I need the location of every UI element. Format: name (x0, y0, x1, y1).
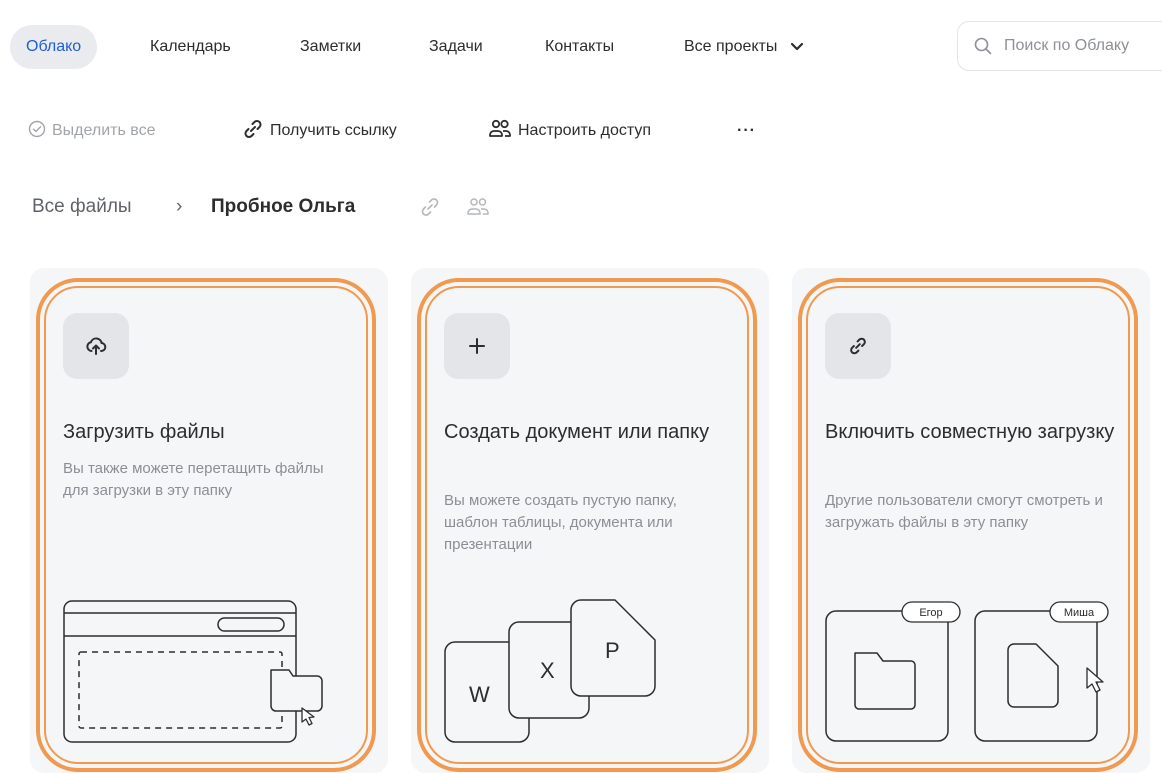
select-all-button[interactable]: Выделить все (28, 117, 155, 145)
search-placeholder: Поиск по Облаку (1004, 37, 1130, 54)
document-icon (1007, 643, 1059, 708)
tab-all-projects[interactable]: Все проекты (684, 25, 804, 69)
tab-tasks[interactable]: Задачи (429, 25, 483, 69)
folder-link-icon[interactable] (419, 196, 441, 218)
check-circle-icon (28, 120, 46, 137)
user-tag-misha: Миша (1064, 607, 1095, 619)
create-document-card[interactable]: Создать документ или папку Вы можете соз… (411, 268, 769, 773)
shared-upload-illustration: Егор Миша (825, 601, 1109, 742)
configure-access-label: Настроить доступ (518, 122, 652, 139)
get-link-label: Получить ссылку (270, 122, 397, 139)
users-icon (489, 119, 511, 137)
link-icon (244, 119, 262, 138)
select-all-label: Выделить все (52, 122, 156, 139)
word-letter: W (469, 682, 490, 707)
user-tag-egor: Егор (919, 607, 942, 619)
search-icon (974, 37, 992, 55)
upload-files-card[interactable]: Загрузить файлы Вы также можете перетащи… (30, 268, 388, 773)
excel-letter: X (540, 658, 555, 683)
shared-upload-card[interactable]: Включить совместную загрузку Другие поль… (792, 268, 1150, 773)
documents-illustration: W X P (444, 599, 656, 743)
breadcrumb-separator: › (176, 196, 183, 217)
breadcrumb-root[interactable]: Все файлы (32, 195, 132, 219)
top-navigation: Облако Календарь Заметки Задачи Контакты… (0, 0, 1162, 94)
cursor-icon (1086, 667, 1104, 693)
tab-notes[interactable]: Заметки (300, 25, 361, 69)
folder-icon (854, 652, 916, 710)
more-actions-button[interactable]: ··· (737, 117, 756, 145)
upload-illustration (63, 600, 323, 743)
powerpoint-letter: P (605, 638, 620, 663)
get-link-button[interactable]: Получить ссылку (242, 117, 397, 145)
chevron-down-icon (790, 42, 803, 50)
tab-cloud[interactable]: Облако (10, 25, 98, 69)
breadcrumb-current: Пробное Ольга (211, 196, 356, 217)
search-input[interactable]: Поиск по Облаку (957, 21, 1162, 71)
configure-access-button[interactable]: Настроить доступ (488, 117, 651, 145)
tab-calendar[interactable]: Календарь (150, 25, 231, 69)
tab-contacts[interactable]: Контакты (545, 25, 614, 69)
tab-all-projects-label: Все проекты (684, 38, 778, 55)
folder-access-icon[interactable] (466, 196, 490, 218)
